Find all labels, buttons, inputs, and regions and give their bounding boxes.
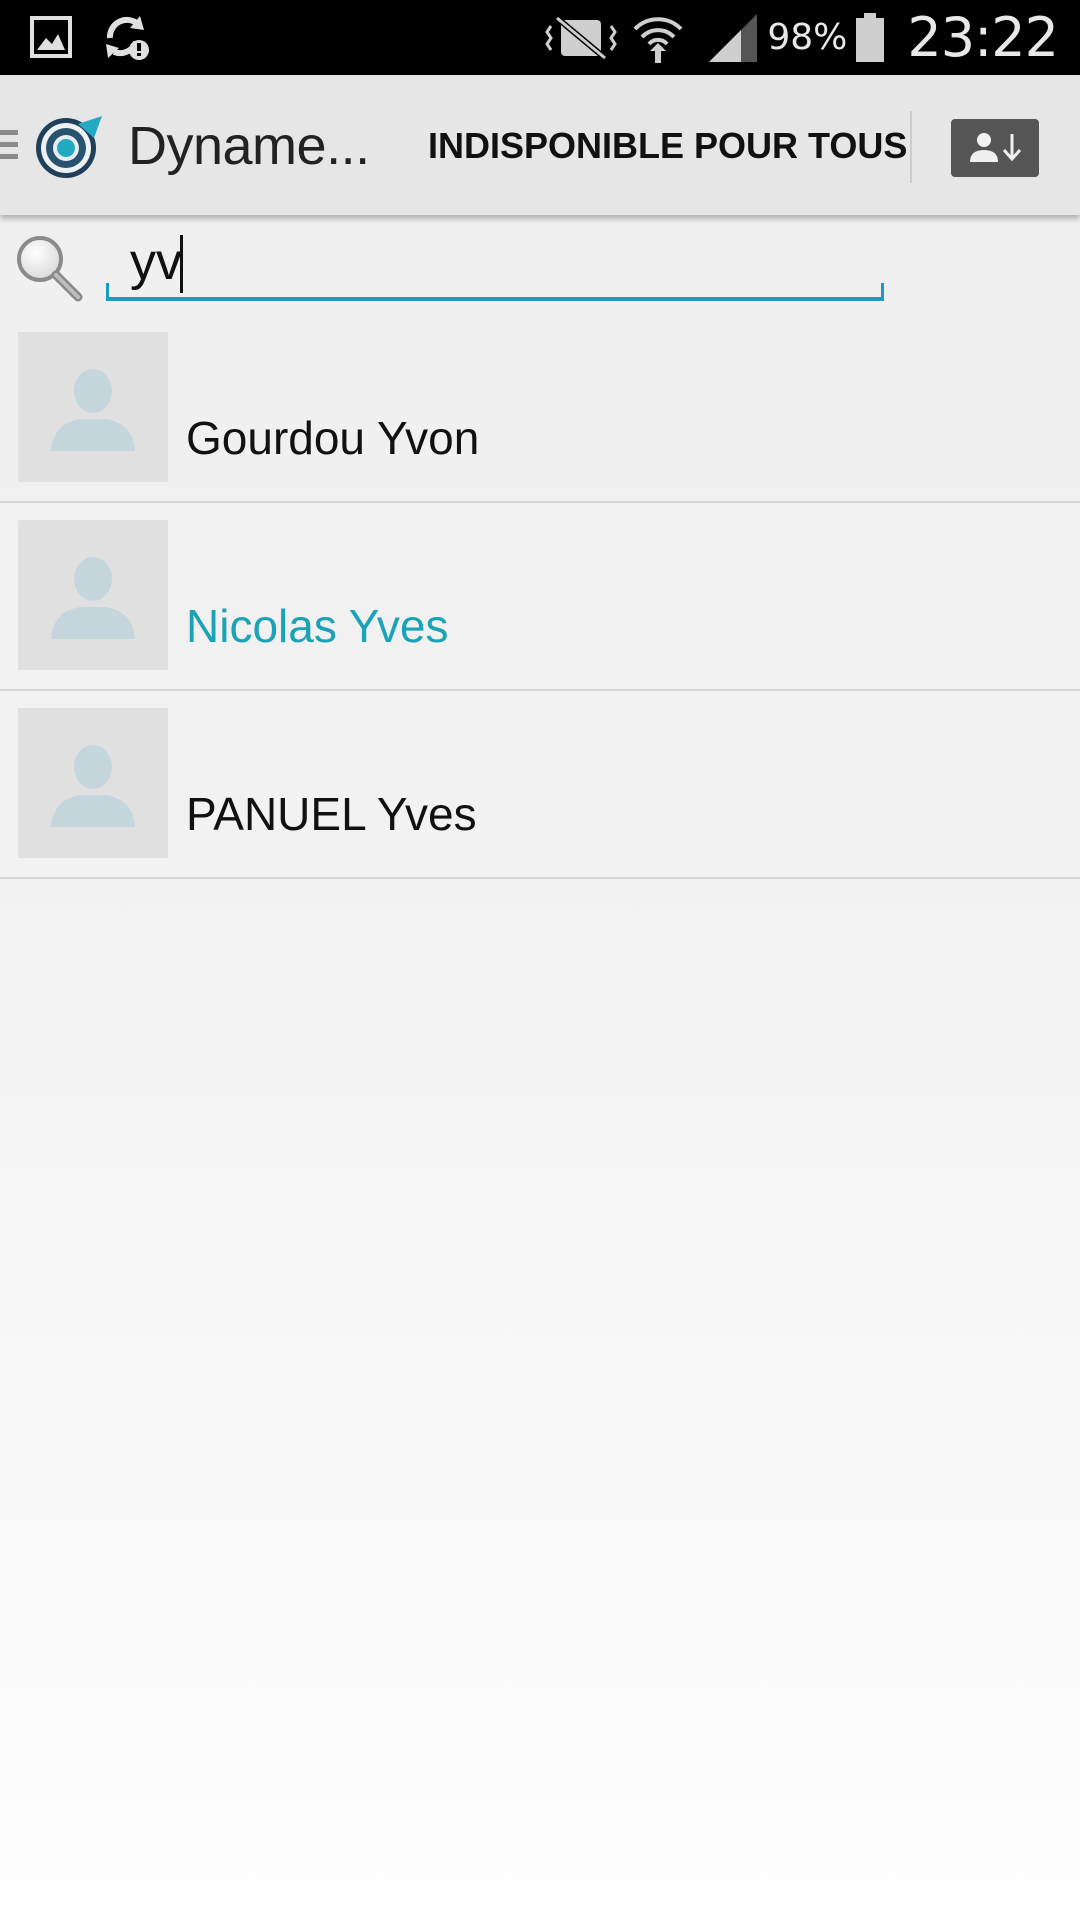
default-contact-icon	[51, 745, 135, 827]
action-divider	[910, 111, 912, 183]
wifi-icon	[631, 11, 685, 65]
avatar	[18, 332, 168, 482]
app-title: Dyname...	[128, 116, 370, 176]
clock: 23:22	[907, 6, 1059, 69]
battery-percent: 98%	[767, 17, 848, 58]
default-contact-icon	[51, 369, 135, 451]
text-caret	[180, 235, 183, 293]
app-logo[interactable]	[32, 110, 104, 182]
sync-alert-icon	[102, 12, 152, 62]
search-underline-right	[881, 283, 884, 301]
battery-icon	[855, 12, 885, 63]
status-bar: 98% 23:22	[0, 0, 1080, 75]
contact-name: Gourdou Yvon	[186, 412, 480, 464]
search-input[interactable]	[106, 227, 884, 301]
avatar	[18, 520, 168, 670]
unavailable-for-all-button[interactable]: INDISPONIBLE POUR TOUS	[428, 125, 907, 167]
gallery-icon	[30, 16, 72, 58]
signal-icon	[707, 12, 759, 64]
list-item[interactable]: Nicolas Yves	[0, 503, 1080, 691]
contact-download-button[interactable]	[951, 119, 1039, 177]
contact-download-icon	[970, 133, 1022, 162]
drawer-icon[interactable]	[0, 130, 20, 160]
status-left-icons	[30, 12, 152, 62]
search-row	[0, 215, 1080, 315]
vibrate-mute-icon	[545, 14, 618, 62]
status-right-icons: 98% 23:22	[545, 0, 1059, 75]
default-contact-icon	[51, 557, 135, 639]
search-icon	[17, 236, 83, 302]
contact-list: Gourdou Yvon Nicolas Yves PANUEL Yves	[0, 315, 1080, 879]
contact-name: Nicolas Yves	[186, 600, 449, 652]
contact-name: PANUEL Yves	[186, 788, 477, 840]
search-underline-left	[106, 283, 109, 301]
action-bar: Dyname... INDISPONIBLE POUR TOUS	[0, 75, 1080, 215]
list-item[interactable]: Gourdou Yvon	[0, 315, 1080, 503]
avatar	[18, 708, 168, 858]
list-item[interactable]: PANUEL Yves	[0, 691, 1080, 879]
